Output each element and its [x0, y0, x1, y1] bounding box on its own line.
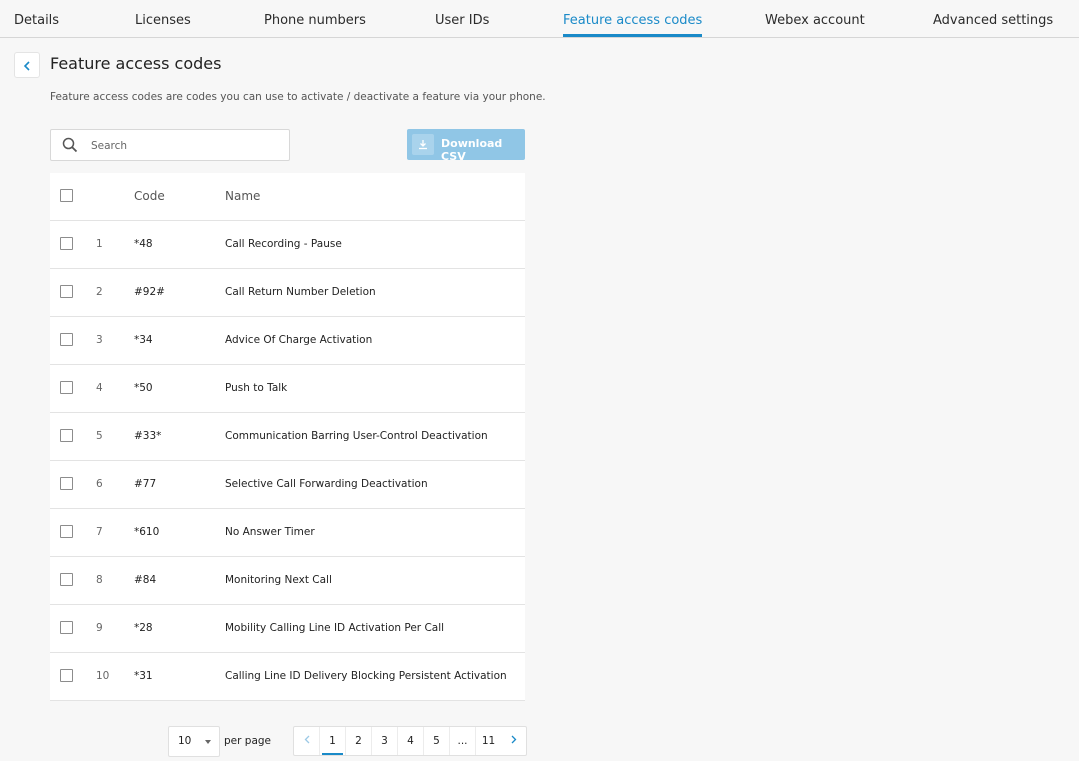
feature-name: No Answer Timer	[225, 526, 315, 538]
row-number: 7	[96, 526, 103, 538]
page-button[interactable]: 4	[398, 727, 424, 755]
chevron-down-icon	[205, 740, 211, 744]
feature-code: #77	[134, 478, 157, 490]
row-checkbox[interactable]	[60, 621, 73, 634]
tab-webex-account[interactable]: Webex account	[765, 13, 865, 29]
feature-name: Push to Talk	[225, 382, 288, 394]
page-button[interactable]: 2	[346, 727, 372, 755]
next-page-button[interactable]	[501, 727, 526, 755]
search-input[interactable]	[89, 136, 283, 156]
page-button[interactable]: 1	[320, 727, 346, 755]
feature-codes-table: Code Name 1 *48 Call Recording - Pause 2 #92…	[50, 173, 525, 701]
feature-code: *28	[134, 622, 153, 634]
row-checkbox[interactable]	[60, 237, 73, 250]
page-button[interactable]: 3	[372, 727, 398, 755]
tab-licenses[interactable]: Licenses	[135, 13, 191, 29]
feature-code: *31	[134, 670, 153, 682]
select-all-checkbox[interactable]	[60, 189, 73, 202]
search-box	[50, 129, 290, 161]
per-page-select[interactable]: 10	[168, 726, 220, 757]
table-row: 1 *48 Call Recording - Pause	[50, 221, 525, 269]
prev-page-button[interactable]	[294, 727, 320, 755]
row-checkbox[interactable]	[60, 669, 73, 682]
feature-name: Communication Barring User-Control Deact…	[225, 430, 488, 442]
feature-code: #33*	[134, 430, 162, 442]
feature-code: *48	[134, 238, 153, 250]
row-checkbox[interactable]	[60, 381, 73, 394]
pagination-ellipsis: ...	[450, 727, 476, 755]
page-button[interactable]: 5	[424, 727, 450, 755]
feature-code: #92#	[134, 286, 165, 298]
tab-details[interactable]: Details	[14, 13, 59, 29]
feature-code: *610	[134, 526, 160, 538]
page-title: Feature access codes	[50, 54, 222, 73]
table-row: 9 *28 Mobility Calling Line ID Activation …	[50, 605, 525, 653]
table-header-row: Code Name	[50, 173, 525, 221]
feature-code: #84	[134, 574, 157, 586]
row-number: 2	[96, 286, 103, 298]
row-checkbox[interactable]	[60, 429, 73, 442]
table-row: 10 *31 Calling Line ID Delivery Blocking P…	[50, 653, 525, 701]
table-row: 7 *610 No Answer Timer	[50, 509, 525, 557]
back-button[interactable]	[14, 52, 40, 78]
column-header-name[interactable]: Name	[225, 189, 260, 203]
feature-name: Mobility Calling Line ID Activation Per …	[225, 622, 445, 634]
feature-name: Selective Call Forwarding Deactivation	[225, 478, 428, 490]
column-header-code[interactable]: Code	[134, 189, 165, 203]
table-row: 2 #92# Call Return Number Deletion	[50, 269, 525, 317]
feature-name: Call Recording - Pause	[225, 238, 342, 250]
row-checkbox[interactable]	[60, 525, 73, 538]
row-checkbox[interactable]	[60, 573, 73, 586]
row-checkbox[interactable]	[60, 333, 73, 346]
feature-code: *50	[134, 382, 153, 394]
table-row: 3 *34 Advice Of Charge Activation	[50, 317, 525, 365]
per-page-label: per page	[224, 735, 272, 747]
tab-advanced-settings[interactable]: Advanced settings	[933, 13, 1053, 29]
chevron-right-icon	[511, 735, 517, 747]
row-checkbox[interactable]	[60, 477, 73, 490]
download-csv-label: Download CSV	[441, 137, 503, 163]
feature-code: *34	[134, 334, 153, 346]
feature-name: Calling Line ID Delivery Blocking Persis…	[225, 670, 507, 682]
page-description: Feature access codes are codes you can u…	[50, 91, 546, 103]
search-icon	[62, 137, 78, 157]
per-page-value: 10	[178, 735, 192, 747]
row-number: 3	[96, 334, 103, 346]
row-number: 4	[96, 382, 103, 394]
table-row: 5 #33* Communication Barring User-Control …	[50, 413, 525, 461]
table-row: 4 *50 Push to Talk	[50, 365, 525, 413]
tab-bar: Details Licenses Phone numbers User IDs …	[0, 0, 1079, 38]
download-icon	[412, 134, 434, 155]
feature-name: Call Return Number Deletion	[225, 286, 376, 298]
chevron-left-icon	[23, 56, 31, 75]
row-number: 1	[96, 238, 103, 250]
pagination: 1 2 3 4 5... 11	[293, 726, 527, 756]
tab-user-ids[interactable]: User IDs	[435, 13, 489, 29]
row-number: 9	[96, 622, 103, 634]
feature-name: Monitoring Next Call	[225, 574, 332, 586]
tab-phone-numbers[interactable]: Phone numbers	[264, 13, 366, 29]
row-number: 8	[96, 574, 103, 586]
row-number: 5	[96, 430, 103, 442]
page-button[interactable]: 11	[476, 727, 501, 755]
table-row: 8 #84 Monitoring Next Call	[50, 557, 525, 605]
row-number: 6	[96, 478, 103, 490]
feature-name: Advice Of Charge Activation	[225, 334, 373, 346]
tab-feature-access-codes[interactable]: Feature access codes	[563, 13, 703, 37]
chevron-left-icon	[304, 735, 310, 747]
row-number: 10	[96, 670, 110, 682]
row-checkbox[interactable]	[60, 285, 73, 298]
download-csv-button[interactable]: Download CSV	[407, 129, 525, 163]
table-row: 6 #77 Selective Call Forwarding Deactivati…	[50, 461, 525, 509]
